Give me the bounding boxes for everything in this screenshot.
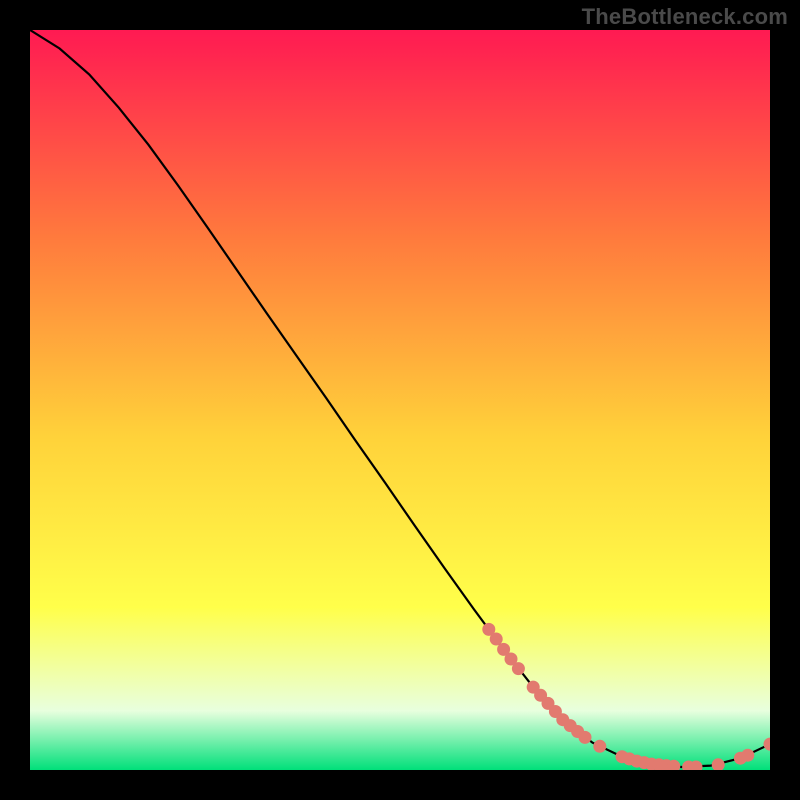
data-marker xyxy=(512,662,525,675)
bottleneck-chart xyxy=(30,30,770,770)
data-marker xyxy=(579,731,592,744)
data-marker xyxy=(741,749,754,762)
frame: TheBottleneck.com xyxy=(0,0,800,800)
data-marker xyxy=(490,633,503,646)
plot-area xyxy=(30,30,770,770)
data-marker xyxy=(593,740,606,753)
watermark-text: TheBottleneck.com xyxy=(582,4,788,30)
gradient-background xyxy=(30,30,770,770)
